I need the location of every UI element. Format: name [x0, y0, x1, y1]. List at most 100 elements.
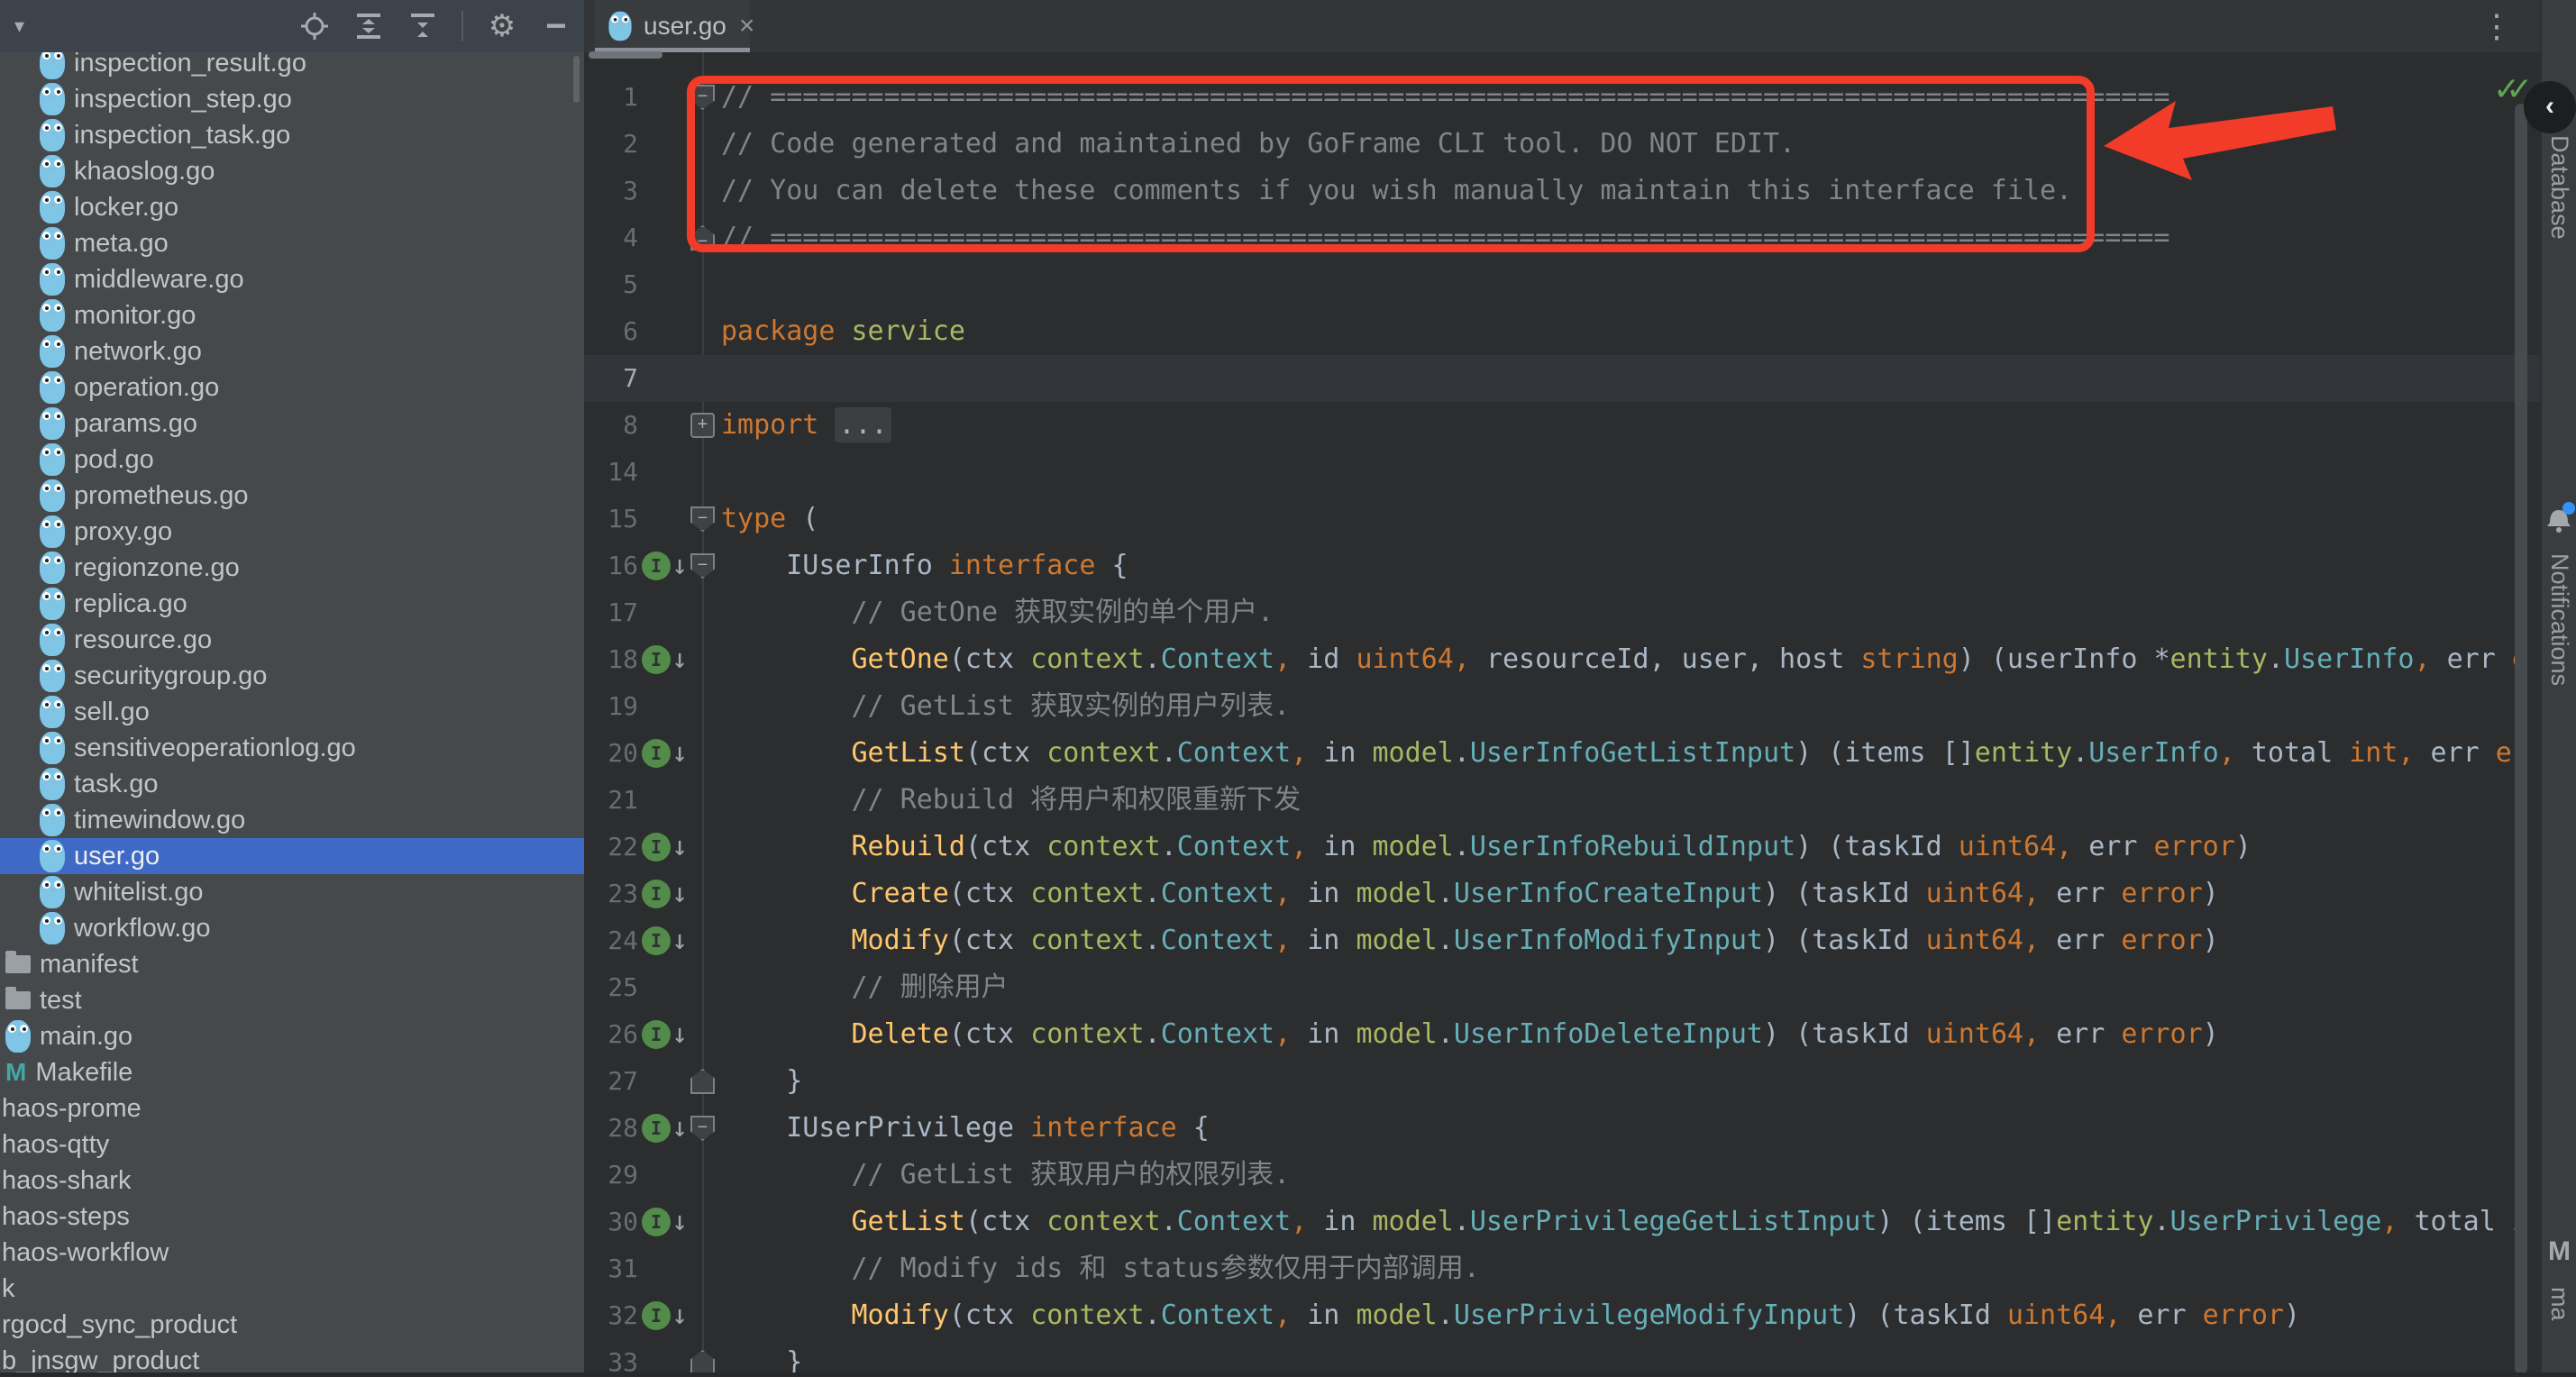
- tree-item-user-go[interactable]: user.go: [0, 838, 584, 874]
- implemented-gutter-icon[interactable]: I: [642, 880, 671, 908]
- stripe-label-bottom-partial[interactable]: ma: [2545, 1287, 2573, 1321]
- locate-target-icon[interactable]: [299, 11, 330, 41]
- code-line-26[interactable]: 26I↓ Delete(ctx context.Context, in mode…: [584, 1011, 2542, 1058]
- expand-all-icon[interactable]: [353, 11, 384, 41]
- editor-scrollbar[interactable]: [2515, 104, 2527, 1374]
- tree-item-operation-go[interactable]: operation.go: [0, 369, 584, 406]
- tree-item-sell-go[interactable]: sell.go: [0, 694, 584, 730]
- gear-icon[interactable]: ⚙: [487, 11, 517, 41]
- code-line-20[interactable]: 20I↓ GetList(ctx context.Context, in mod…: [584, 730, 2542, 777]
- fold-marker[interactable]: [690, 1069, 715, 1094]
- collapse-all-icon[interactable]: [407, 11, 438, 41]
- implemented-gutter-icon[interactable]: I: [642, 552, 671, 580]
- implemented-gutter-icon[interactable]: I: [642, 833, 671, 862]
- code-line-15[interactable]: 15−type (: [584, 496, 2542, 543]
- fold-marker[interactable]: −: [690, 553, 715, 579]
- bottom-tool-window-icon[interactable]: M: [2548, 1236, 2571, 1267]
- code-line-14[interactable]: 14: [584, 449, 2542, 496]
- code-line-22[interactable]: 22I↓ Rebuild(ctx context.Context, in mod…: [584, 824, 2542, 871]
- code-line-33[interactable]: 33 }: [584, 1339, 2542, 1377]
- notifications-bell-icon[interactable]: [2544, 501, 2575, 538]
- tree-item-k[interactable]: k: [0, 1271, 584, 1307]
- line-number: 31: [584, 1245, 638, 1292]
- project-scrollbar-thumb[interactable]: [573, 56, 580, 103]
- hide-panel-icon[interactable]: −: [541, 11, 571, 41]
- code-line-19[interactable]: 19 // GetList 获取实例的用户列表.: [584, 683, 2542, 730]
- tree-item-label: network.go: [74, 337, 202, 367]
- tree-item-inspection-task-go[interactable]: inspection_task.go: [0, 117, 584, 153]
- code-text: // GetList 获取用户的权限列表.: [721, 1152, 2515, 1199]
- go-file-icon: [40, 840, 65, 872]
- code-line-25[interactable]: 25 // 删除用户: [584, 964, 2542, 1011]
- fold-marker[interactable]: +: [690, 413, 715, 438]
- tree-item-securitygroup-go[interactable]: securitygroup.go: [0, 658, 584, 694]
- code-line-6[interactable]: 6package service: [584, 308, 2542, 355]
- tree-item-sensitiveoperationlog-go[interactable]: sensitiveoperationlog.go: [0, 730, 584, 766]
- implemented-gutter-icon[interactable]: I: [642, 739, 671, 768]
- tree-item-haos-steps[interactable]: haos-steps: [0, 1199, 584, 1235]
- tree-item-prometheus-go[interactable]: prometheus.go: [0, 478, 584, 514]
- tree-item-locker-go[interactable]: locker.go: [0, 189, 584, 225]
- code-line-29[interactable]: 29 // GetList 获取用户的权限列表.: [584, 1152, 2542, 1199]
- fold-marker[interactable]: [690, 1350, 715, 1375]
- tree-item-proxy-go[interactable]: proxy.go: [0, 514, 584, 550]
- code-line-8[interactable]: 8+import ...: [584, 402, 2542, 449]
- tree-item-workflow-go[interactable]: workflow.go: [0, 910, 584, 946]
- tree-item-main-go[interactable]: main.go: [0, 1018, 584, 1054]
- stripe-label-notifications[interactable]: Notifications: [2545, 553, 2573, 686]
- tree-item-regionzone-go[interactable]: regionzone.go: [0, 550, 584, 586]
- tree-item-haos-qtty[interactable]: haos-qtty: [0, 1126, 584, 1163]
- tree-item-test[interactable]: test: [0, 982, 584, 1018]
- tree-item-monitor-go[interactable]: monitor.go: [0, 297, 584, 333]
- tree-item-timewindow-go[interactable]: timewindow.go: [0, 802, 584, 838]
- code-line-24[interactable]: 24I↓ Modify(ctx context.Context, in mode…: [584, 917, 2542, 964]
- code-line-17[interactable]: 17 // GetOne 获取实例的单个用户.: [584, 589, 2542, 636]
- tree-item-rgocd-sync-product[interactable]: rgocd_sync_product: [0, 1307, 584, 1343]
- go-file-icon: [40, 552, 65, 584]
- code-line-16[interactable]: 16I↓− IUserInfo interface {: [584, 543, 2542, 589]
- code-line-28[interactable]: 28I↓− IUserPrivilege interface {: [584, 1105, 2542, 1152]
- code-line-5[interactable]: 5: [584, 261, 2542, 308]
- implemented-gutter-icon[interactable]: I: [642, 1208, 671, 1236]
- implemented-arrow-icon: ↓: [671, 730, 688, 777]
- code-line-27[interactable]: 27 }: [584, 1058, 2542, 1105]
- tree-item-haos-workflow[interactable]: haos-workflow: [0, 1235, 584, 1271]
- tree-item-network-go[interactable]: network.go: [0, 333, 584, 369]
- tree-item-resource-go[interactable]: resource.go: [0, 622, 584, 658]
- collapse-float-button[interactable]: ‹: [2524, 81, 2576, 133]
- project-dropdown-chevron-icon[interactable]: ▾: [14, 14, 24, 38]
- code-line-21[interactable]: 21 // Rebuild 将用户和权限重新下发: [584, 777, 2542, 824]
- tree-item-task-go[interactable]: task.go: [0, 766, 584, 802]
- tree-item-inspection-step-go[interactable]: inspection_step.go: [0, 81, 584, 117]
- tab-user-go[interactable]: user.go ×: [595, 0, 750, 52]
- code-line-18[interactable]: 18I↓ GetOne(ctx context.Context, id uint…: [584, 636, 2542, 683]
- tree-item-pod-go[interactable]: pod.go: [0, 442, 584, 478]
- tree-item-khaoslog-go[interactable]: khaoslog.go: [0, 153, 584, 189]
- tree-item-params-go[interactable]: params.go: [0, 406, 584, 442]
- stripe-label-database[interactable]: Database: [2545, 135, 2573, 240]
- code-line-7[interactable]: 7: [584, 355, 2542, 402]
- tree-item-middleware-go[interactable]: middleware.go: [0, 261, 584, 297]
- tree-item-manifest[interactable]: manifest: [0, 946, 584, 982]
- implemented-gutter-icon[interactable]: I: [642, 1114, 671, 1143]
- code-line-30[interactable]: 30I↓ GetList(ctx context.Context, in mod…: [584, 1199, 2542, 1245]
- implemented-gutter-icon[interactable]: I: [642, 645, 671, 674]
- implemented-gutter-icon[interactable]: I: [642, 926, 671, 955]
- fold-marker[interactable]: −: [690, 1116, 715, 1141]
- tree-item-meta-go[interactable]: meta.go: [0, 225, 584, 261]
- code-line-32[interactable]: 32I↓ Modify(ctx context.Context, in mode…: [584, 1292, 2542, 1339]
- tab-close-icon[interactable]: ×: [739, 11, 755, 41]
- tree-item-Makefile[interactable]: MMakefile: [0, 1054, 584, 1090]
- tree-item-label: haos-workflow: [2, 1238, 169, 1268]
- code-line-31[interactable]: 31 // Modify ids 和 status参数仅用于内部调用.: [584, 1245, 2542, 1292]
- tree-item-replica-go[interactable]: replica.go: [0, 586, 584, 622]
- code-line-23[interactable]: 23I↓ Create(ctx context.Context, in mode…: [584, 871, 2542, 917]
- editor-options-kebab-icon[interactable]: ⋮: [2480, 7, 2513, 45]
- tree-item-haos-shark[interactable]: haos-shark: [0, 1163, 584, 1199]
- implemented-gutter-icon[interactable]: I: [642, 1020, 671, 1049]
- tree-item-haos-prome[interactable]: haos-prome: [0, 1090, 584, 1126]
- fold-marker[interactable]: −: [690, 506, 715, 532]
- inspections-ok-icon[interactable]: ✓✓: [2493, 70, 2518, 108]
- implemented-gutter-icon[interactable]: I: [642, 1301, 671, 1330]
- tree-item-whitelist-go[interactable]: whitelist.go: [0, 874, 584, 910]
